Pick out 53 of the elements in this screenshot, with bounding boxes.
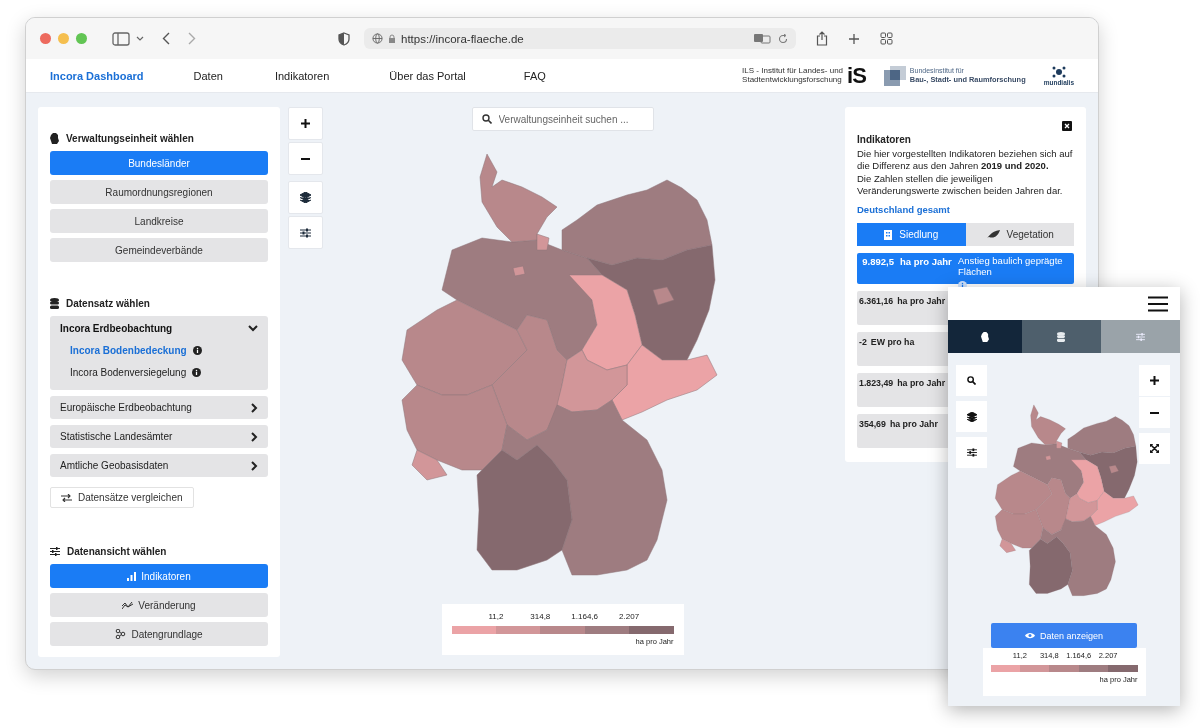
indicator-description: Anstieg baulich geprägte Flächen <box>958 256 1064 278</box>
legend-tick-label: 11,2 <box>488 612 504 623</box>
url-text: https://incora-flaeche.de <box>401 32 525 45</box>
indicator-card[interactable]: 1.823,49 ha pro Jahr <box>857 373 950 408</box>
unit-option-button[interactable]: Gemeindeverbände <box>50 238 268 262</box>
nav-link[interactable]: Über das Portal <box>389 69 466 82</box>
brand-link[interactable]: Incora Dashboard <box>50 69 144 82</box>
legend-tick-label: 314,8 <box>530 612 551 623</box>
address-bar[interactable]: https://incora-flaeche.de <box>364 28 796 49</box>
indicator-value: -2 <box>859 337 867 348</box>
indicator-unit: ha pro Jahr <box>889 419 938 430</box>
indicator-card[interactable]: 9.892,5 ha pro Jahr Anstieg baulich geprägte Flächen <box>857 253 1074 285</box>
indicator-value: 6.361,16 <box>859 296 894 307</box>
dataset-group-header[interactable]: Incora Erdbeobachtung <box>50 316 268 340</box>
indicator-unit: ha pro Jahr <box>897 296 946 307</box>
nav-link[interactable]: Daten <box>193 69 223 82</box>
dataset-link[interactable]: Incora Bodenbedeckung <box>70 345 187 356</box>
indicator-value: 1.823,49 <box>859 378 894 389</box>
ils-logo[interactable]: ILS - Institut für Landes- und Stadtentwicklungsforschung iS <box>742 64 866 87</box>
unit-option-button[interactable]: Landkreise <box>50 209 268 233</box>
dataset-group-header[interactable]: Amtliche Geobasisdaten <box>50 454 268 477</box>
view-option-button[interactable]: Veränderung <box>50 593 268 617</box>
germany-total-link[interactable]: Deutschland gesamt <box>857 204 1074 216</box>
category-tab[interactable]: Vegetation <box>965 223 1074 247</box>
search-field[interactable]: Verwaltungseinheit suchen ... <box>471 107 654 131</box>
dataset-group-header[interactable]: Statistische Landesämter <box>50 425 268 448</box>
description-text: Die hier vorgestellten Indikatoren beziehen sich auf die Differenz aus den Jahren 2019 und 2020. <box>857 148 1074 173</box>
legend-tick-label: 2.207 <box>619 612 640 623</box>
unit-option-button[interactable]: Bundesländer <box>50 151 268 175</box>
section-title: Datensatz wählen <box>66 298 150 309</box>
unit-option-button[interactable]: Raumordnungsregionen <box>50 180 268 204</box>
category-tab[interactable]: Siedlung <box>857 223 966 247</box>
show-data-button[interactable]: Daten anzeigen <box>991 623 1137 648</box>
indicator-unit: ha pro Jahr <box>900 256 952 268</box>
nav-link[interactable]: FAQ <box>523 69 546 82</box>
indicator-unit: EW pro ha <box>870 337 915 348</box>
view-option-button[interactable]: Datengrundlage <box>50 622 268 646</box>
section-title: Datenansicht wählen <box>67 546 167 557</box>
indicator-card[interactable]: 354,69 ha pro Jahr <box>857 414 950 449</box>
legend-tick-label: 1.164,6 <box>571 612 599 623</box>
section-title: Verwaltungseinheit wählen <box>66 133 194 144</box>
indicator-unit: ha pro Jahr <box>897 378 946 389</box>
indicator-value: 9.892,5 <box>862 256 894 268</box>
view-option-button[interactable]: Indikatoren <box>50 564 268 588</box>
description-text: Die Zahlen stellen die jeweiligen Veränderungswerte zwischen beiden Jahren dar. <box>857 172 1064 198</box>
nav-link[interactable]: Indikatoren <box>274 69 330 82</box>
dataset-group-header[interactable]: Europäische Erdbeobachtung <box>50 396 268 419</box>
dataset-link[interactable]: Incora Bodenversiegelung <box>70 367 187 378</box>
indicator-card[interactable]: 6.361,16 ha pro Jahr <box>857 291 950 326</box>
compare-button[interactable]: Datensätze vergleichen <box>50 487 194 508</box>
indicator-value: 354,69 <box>859 419 886 430</box>
panel-title: Indikatoren <box>857 134 912 145</box>
indicator-card[interactable]: -2 EW pro ha <box>857 332 950 367</box>
